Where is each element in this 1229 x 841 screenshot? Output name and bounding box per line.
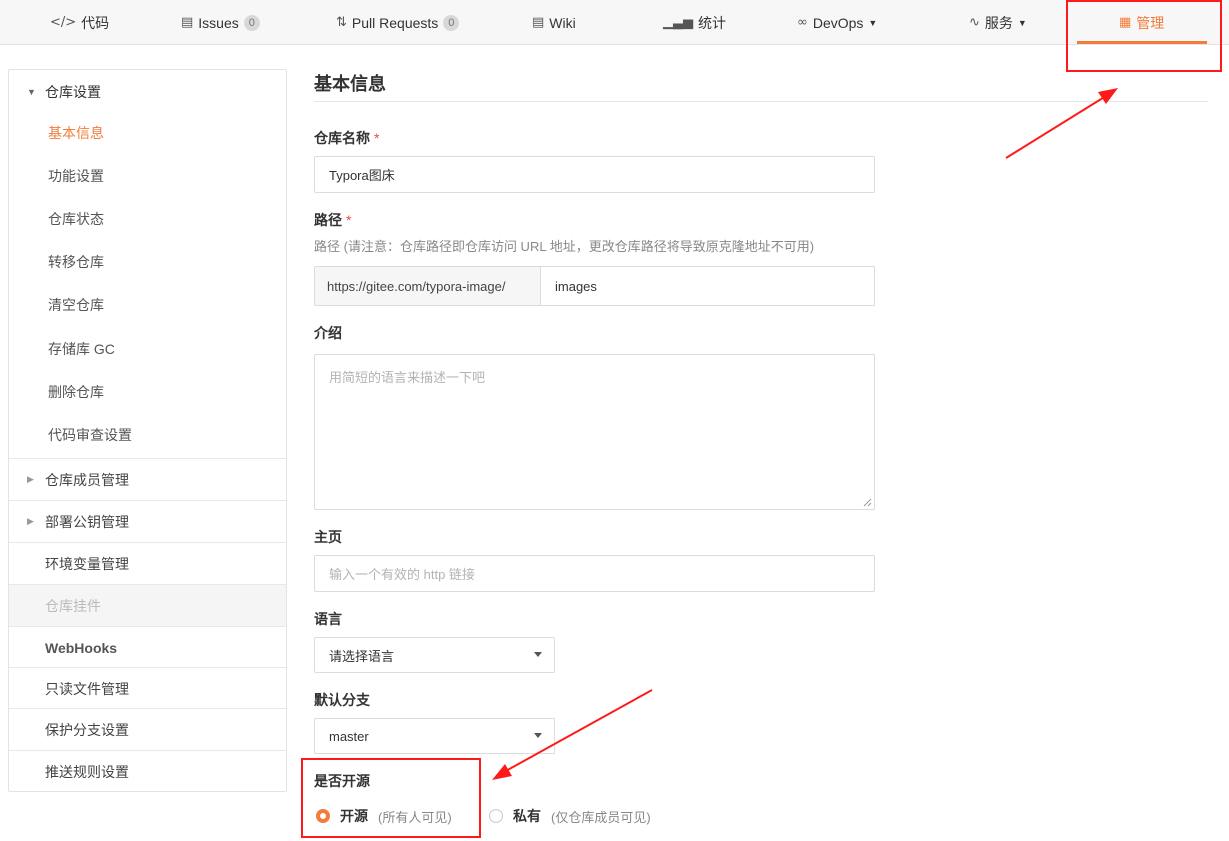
- annotation-arrow-head: [492, 764, 512, 780]
- annotation-arrow-line: [503, 689, 653, 773]
- annotation-arrow-line: [1005, 95, 1107, 159]
- annotation-arrows: [492, 88, 1118, 780]
- annotation-arrow-head: [1098, 88, 1118, 104]
